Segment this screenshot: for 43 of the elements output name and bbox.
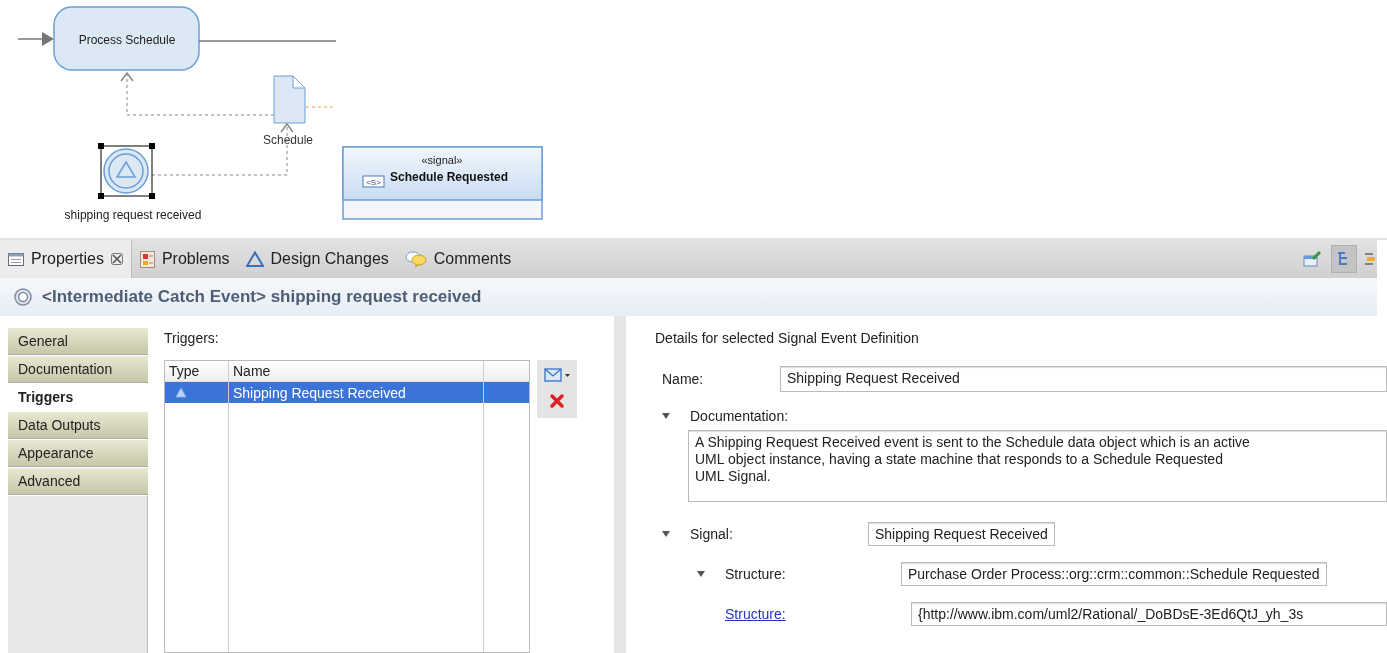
expand-caret-icon[interactable] bbox=[662, 413, 670, 419]
name-label: Name: bbox=[662, 371, 705, 387]
documentation-label: Documentation: bbox=[690, 408, 789, 424]
documentation-field[interactable]: A Shipping Request Received event is sent to the Schedule data object which is an active UML object instance, having a state machine that responds to a Schedule Requested UML Signal. bbox=[688, 430, 1387, 502]
signal-label: Signal: bbox=[690, 526, 734, 542]
task-node[interactable]: Process Schedule bbox=[53, 6, 200, 71]
structure-label: Structure: bbox=[725, 566, 787, 582]
event-icon bbox=[14, 288, 32, 306]
triangle-icon bbox=[245, 251, 264, 267]
signal-field[interactable]: Shipping Request Received bbox=[868, 522, 1055, 546]
column-header[interactable]: Name bbox=[229, 361, 484, 381]
window-icon bbox=[8, 252, 24, 266]
signal-triangle-icon bbox=[175, 387, 187, 398]
section-tab[interactable]: General bbox=[8, 328, 148, 355]
name-field[interactable]: Shipping Request Received bbox=[780, 366, 1387, 392]
properties-title: <Intermediate Catch Event> shipping request received bbox=[42, 287, 482, 307]
tree-toggle-button[interactable] bbox=[1331, 245, 1357, 273]
speech-bubbles-icon bbox=[404, 250, 427, 268]
section-tab[interactable]: Documentation bbox=[8, 356, 148, 383]
section-tab[interactable]: Data Outputs bbox=[8, 412, 148, 439]
details-heading: Details for selected Signal Event Definition bbox=[655, 330, 920, 346]
uri-field[interactable]: {http://www.ibm.com/uml2/Rational/_DoBDsE-3Ed6QtJ_yh_3s bbox=[911, 602, 1387, 626]
trigger-row[interactable]: Shipping Request Received bbox=[165, 382, 529, 403]
structure-link[interactable]: Structure: bbox=[725, 606, 911, 622]
event-label: shipping request received bbox=[64, 208, 202, 222]
triggers-label: Triggers: bbox=[164, 330, 220, 346]
sequence-flow-arrow bbox=[17, 32, 54, 46]
signal-class-node[interactable]: «signal» <S> Schedule Requested bbox=[342, 146, 543, 220]
close-icon[interactable] bbox=[110, 253, 123, 265]
structure-field[interactable]: Purchase Order Process::org::crm::common::Schedule Requested bbox=[901, 562, 1327, 586]
data-object-label: Schedule bbox=[263, 133, 313, 147]
view-tab[interactable]: Comments bbox=[396, 240, 520, 278]
problems-icon bbox=[139, 250, 155, 268]
view-tab[interactable]: Design Changes bbox=[237, 240, 397, 278]
view-tab[interactable]: Properties bbox=[0, 240, 132, 278]
expand-caret-icon[interactable] bbox=[697, 571, 705, 577]
column-header[interactable]: Type bbox=[165, 361, 229, 381]
document-icon[interactable] bbox=[273, 75, 306, 124]
expand-caret-icon[interactable] bbox=[662, 531, 670, 537]
section-tab[interactable]: Advanced bbox=[8, 468, 148, 495]
event-icon[interactable] bbox=[103, 148, 149, 194]
view-tab[interactable]: Problems bbox=[131, 240, 238, 278]
section-tab[interactable]: Appearance bbox=[8, 440, 148, 467]
